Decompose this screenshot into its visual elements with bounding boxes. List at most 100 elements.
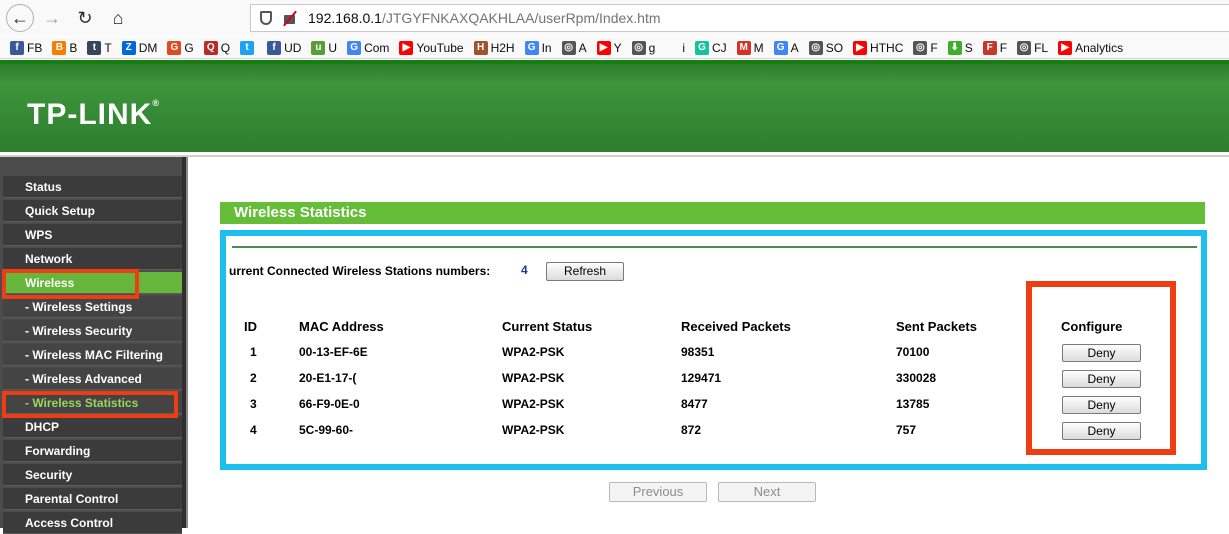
- bookmark-item[interactable]: Z DM: [121, 40, 158, 55]
- youtube-icon: ▶: [853, 40, 868, 55]
- bookmark-label: Analytics: [1075, 40, 1124, 55]
- h2h-icon: H: [473, 40, 488, 55]
- bookmark-label: F: [930, 40, 938, 55]
- sidebar-item[interactable]: Network: [3, 248, 182, 270]
- bookmark-label: DM: [138, 40, 158, 55]
- sidebar-item[interactable]: - Wireless Security: [3, 320, 182, 342]
- bookmark-item[interactable]: ▶ HTHC: [853, 40, 904, 55]
- wireless-highlight-box: [2, 269, 139, 299]
- wireless-statistics-highlight-box: [2, 391, 178, 418]
- page-title: Wireless Statistics: [234, 204, 367, 221]
- cell-status: WPA2-PSK: [502, 345, 565, 359]
- column-header-sent: Sent Packets: [896, 319, 977, 334]
- sidebar-item[interactable]: Forwarding: [3, 440, 182, 462]
- facebook-icon: f: [10, 40, 24, 55]
- bookmark-label: B: [69, 40, 78, 55]
- bookmark-item[interactable]: f UD: [267, 40, 302, 55]
- globe-icon: ◎: [808, 40, 823, 55]
- bookmark-item[interactable]: ◎ F: [913, 40, 938, 55]
- site-icon: u: [311, 40, 326, 55]
- bookmark-item[interactable]: BB: [52, 40, 78, 55]
- tp-link-logo: TP-LINK®: [27, 98, 160, 131]
- bookmark-label: Q: [220, 40, 231, 55]
- sidebar-menu: Status Quick Setup WPS Network Wireless - Wir…: [0, 157, 186, 534]
- globe-icon: ◎: [631, 40, 646, 55]
- bookmark-item[interactable]: GA: [773, 40, 799, 55]
- refresh-button[interactable]: Refresh: [546, 262, 624, 281]
- mac-redaction-blur: [366, 340, 410, 444]
- sidebar-item[interactable]: Security: [3, 464, 182, 486]
- address-bar[interactable]: 192.168.0.1/JTGYFNKAXQAKHLAA/userRpm/Ind…: [250, 4, 1229, 32]
- bookmark-item[interactable]: G Com: [347, 40, 389, 55]
- cell-id: 1: [250, 345, 257, 359]
- bookmark-item[interactable]: i: [665, 40, 685, 55]
- bookmark-item[interactable]: ⬇ S: [947, 40, 973, 55]
- cell-sent: 70100: [896, 345, 930, 359]
- shield-icon[interactable]: [260, 11, 272, 25]
- sidebar-item[interactable]: Status: [3, 176, 182, 198]
- cell-mac: 66-F9-0E-0: [299, 397, 360, 411]
- browser-toolbar: ← → ↻ ⌂ 192.168.0.1/JTGYFNKAXQAKHLAA/use…: [0, 0, 1229, 36]
- google-icon: G: [773, 40, 788, 55]
- blogger-icon: B: [52, 40, 67, 55]
- sidebar-item[interactable]: Quick Setup: [3, 200, 182, 222]
- bookmark-item[interactable]: f FB: [10, 40, 42, 55]
- bookmark-label: UD: [284, 40, 302, 55]
- download-icon: ⬇: [947, 40, 962, 55]
- sidebar-item[interactable]: Parental Control: [3, 488, 182, 510]
- bookmark-item[interactable]: GG: [167, 40, 194, 55]
- bookmark-item[interactable]: ▶ Analytics: [1058, 40, 1124, 55]
- tumblr-icon: t: [87, 40, 102, 55]
- back-arrow-icon[interactable]: ←: [6, 4, 34, 32]
- sidebar-item[interactable]: - Wireless Advanced: [3, 368, 182, 390]
- twitter-icon: t: [240, 40, 255, 55]
- bookmark-item[interactable]: ◎ SO: [808, 40, 844, 55]
- configure-highlight-box: [1026, 281, 1176, 455]
- bookmark-label: HTHC: [870, 40, 904, 55]
- bookmark-item[interactable]: ▶ Y: [596, 40, 622, 55]
- bookmark-item[interactable]: ◎ A: [561, 40, 587, 55]
- sidebar-item[interactable]: - Wireless MAC Filtering: [3, 344, 182, 366]
- header-banner: TP-LINK®: [0, 60, 1229, 152]
- previous-button[interactable]: Previous: [609, 482, 707, 502]
- q-icon: Q: [203, 40, 218, 55]
- youtube-icon: ▶: [596, 40, 611, 55]
- sidebar-item[interactable]: - Wireless Settings: [3, 296, 182, 318]
- url-text[interactable]: 192.168.0.1/JTGYFNKAXQAKHLAA/userRpm/Ind…: [308, 10, 661, 26]
- next-button[interactable]: Next: [718, 482, 816, 502]
- globe-icon: ◎: [913, 40, 928, 55]
- bookmark-label: M: [753, 40, 764, 55]
- bookmark-item[interactable]: ◎ g: [631, 40, 656, 55]
- bookmark-item[interactable]: QQ: [203, 40, 231, 55]
- bookmark-label: H2H: [490, 40, 515, 55]
- bookmark-label: SO: [825, 40, 844, 55]
- cell-mac: 5C-99-60-: [299, 423, 354, 437]
- reload-icon[interactable]: ↻: [70, 3, 100, 33]
- cell-sent: 13785: [896, 397, 930, 411]
- home-icon[interactable]: ⌂: [103, 3, 133, 33]
- bookmark-item[interactable]: t: [240, 40, 257, 55]
- sidebar-item[interactable]: DHCP: [3, 416, 182, 438]
- sidebar-item[interactable]: WPS: [3, 224, 182, 246]
- bookmark-item[interactable]: MM: [736, 40, 764, 55]
- bookmark-item[interactable]: FF: [982, 40, 1007, 55]
- cell-received: 129471: [681, 371, 722, 385]
- insecure-lock-icon[interactable]: [282, 10, 298, 27]
- panel-divider: [232, 246, 1197, 248]
- bookmark-label: g: [648, 40, 656, 55]
- cell-sent: 757: [896, 423, 917, 437]
- column-header-mac: MAC Address: [299, 319, 384, 334]
- facebook-icon: f: [267, 40, 282, 55]
- google-icon: G: [524, 40, 539, 55]
- bookmark-item[interactable]: ▶ YouTube: [399, 40, 464, 55]
- bookmark-item[interactable]: tT: [87, 40, 112, 55]
- bookmark-item[interactable]: uU: [311, 40, 337, 55]
- forward-arrow-icon[interactable]: →: [37, 3, 67, 33]
- bookmark-item[interactable]: G In: [524, 40, 552, 55]
- bookmark-item[interactable]: ◎ FL: [1017, 40, 1048, 55]
- sidebar-item[interactable]: Access Control: [3, 512, 182, 534]
- bookmark-item[interactable]: G CJ: [695, 40, 727, 55]
- bookmark-item[interactable]: H H2H: [473, 40, 515, 55]
- gmail-icon: M: [736, 40, 751, 55]
- cell-status: WPA2-PSK: [502, 397, 565, 411]
